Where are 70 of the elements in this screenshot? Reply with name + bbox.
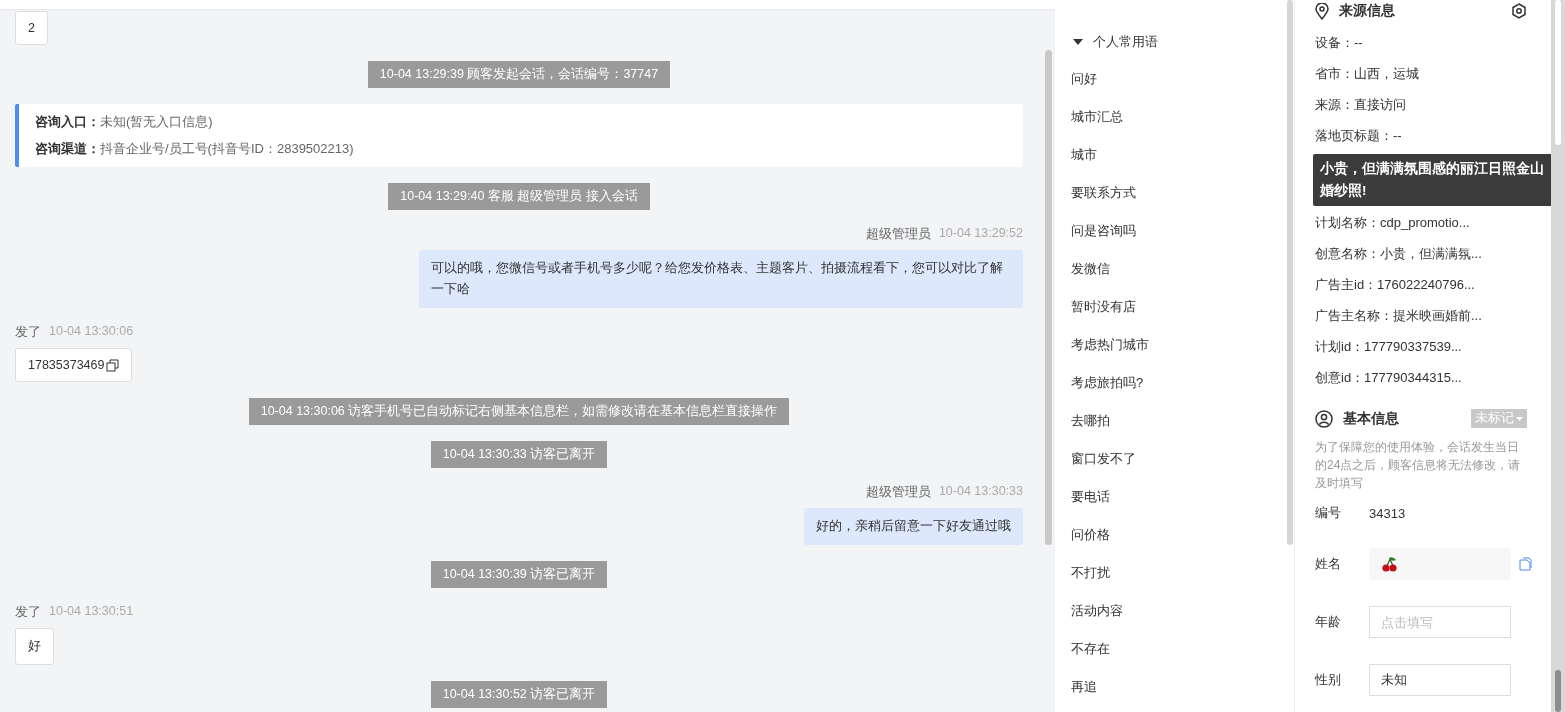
phrase-item[interactable]: 发微信 <box>1071 250 1110 288</box>
section-title: 来源信息 <box>1339 2 1396 20</box>
location-pin-icon <box>1315 2 1329 20</box>
user-icon <box>1315 409 1333 428</box>
system-message: 10-04 13:29:40 客服 超级管理员 接入会话 <box>388 183 650 210</box>
notice-text: 为了保障您的使用体验，会话发生当日的24点之后，顾客信息将无法修改，请及时填写 <box>1315 439 1522 492</box>
settings-icon[interactable] <box>1511 3 1527 19</box>
phrase-item[interactable]: 考虑旅拍吗? <box>1071 364 1144 402</box>
sender-name: 超级管理员 <box>865 484 931 501</box>
message-time: 10-04 13:30:06 <box>49 324 134 340</box>
sender-name: 发了 <box>15 604 41 621</box>
phrase-item[interactable]: 城市 <box>1071 136 1097 174</box>
phrase-item[interactable]: 问好 <box>1071 60 1097 98</box>
field-label: 姓名 <box>1315 555 1342 573</box>
phrase-item[interactable]: 不打扰 <box>1071 554 1110 592</box>
copy-icon[interactable] <box>1519 557 1532 571</box>
copy-icon[interactable] <box>106 358 120 372</box>
agent-message: 可以的哦，您微信号或者手机号多少呢？给您发价格表、主题客片、拍摄流程看下，您可以对比了解一下哈 <box>419 250 1023 308</box>
field-label: 编号 <box>1315 504 1342 522</box>
info-line: 咨询渠道：抖音企业号/员工号(抖音号ID：2839502213) <box>35 140 355 158</box>
source-field: 创意id：177790344315... <box>1315 368 1565 399</box>
message-text: 好 <box>28 638 41 655</box>
cherry-icon <box>1381 555 1398 573</box>
system-message: 10-04 13:30:33 访客已离开 <box>430 441 608 468</box>
message-time: 10-04 13:30:33 <box>938 484 1023 500</box>
message-time: 10-04 13:30:51 <box>49 604 134 620</box>
name-field[interactable] <box>1369 548 1511 580</box>
phrase-item[interactable]: 问是咨询吗 <box>1071 212 1136 250</box>
phrase-item[interactable]: 要电话 <box>1071 478 1110 516</box>
source-field: 设备：-- <box>1315 33 1565 64</box>
message-text: 2 <box>28 21 35 35</box>
system-message: 10-04 13:30:06 访客手机号已自动标记右侧基本信息栏，如需修改请在基本信息栏直接操作 <box>248 398 790 425</box>
field-label: 性别 <box>1315 671 1342 689</box>
source-field: 省市：山西，运城 <box>1315 64 1565 95</box>
scrollbar[interactable] <box>1287 0 1293 545</box>
input-field[interactable]: 未知 <box>1369 664 1511 696</box>
system-message: 10-04 13:30:39 访客已离开 <box>430 561 608 588</box>
source-field: 创意名称：小贵，但满满氛... <box>1315 244 1565 275</box>
source-field: 广告主id：176022240796... <box>1315 275 1565 306</box>
source-field: 来源：直接访问 <box>1315 95 1565 126</box>
group-title[interactable]: 个人常用语 <box>1093 33 1158 51</box>
system-message: 10-04 13:29:39 顾客发起会话，会话编号：37747 <box>367 61 671 88</box>
info-line: 咨询入口：未知(暂无入口信息) <box>35 113 214 131</box>
caret-icon[interactable] <box>1073 39 1083 45</box>
age-field[interactable]: 点击填写 <box>1369 606 1511 638</box>
field-value: 34313 <box>1369 505 1406 521</box>
message-time: 10-04 13:29:52 <box>938 226 1023 242</box>
section-title: 基本信息 <box>1343 409 1400 428</box>
phrase-item[interactable]: 再追 <box>1071 668 1097 706</box>
system-message: 10-04 13:30:52 访客已离开 <box>430 681 608 708</box>
source-field: 广告主名称：提米映画婚前... <box>1315 306 1565 337</box>
agent-message: 好的，亲稍后留意一下好友通过哦 <box>804 508 1023 545</box>
scrollbar[interactable] <box>1045 50 1052 545</box>
phrase-item[interactable]: 城市汇总 <box>1071 98 1123 136</box>
scrollbar[interactable] <box>1551 0 1565 712</box>
phrase-item[interactable]: 窗口发不了 <box>1071 440 1136 478</box>
source-field: 落地页标题：-- <box>1315 126 1565 157</box>
phrase-item[interactable]: 要联系方式 <box>1071 174 1136 212</box>
source-field: 计划id：177790337539... <box>1315 337 1565 368</box>
phrase-item[interactable]: 去哪拍 <box>1071 402 1110 440</box>
message-text: 17835373469 <box>28 358 105 372</box>
sender-name: 超级管理员 <box>865 226 931 243</box>
phrase-item[interactable]: 考虑热门城市 <box>1071 326 1149 364</box>
phrase-item[interactable]: 暂时没有店 <box>1071 288 1136 326</box>
phrase-item[interactable]: 活动内容 <box>1071 592 1123 630</box>
source-field: 计划名称：cdp_promotio... <box>1315 213 1565 244</box>
phrase-item[interactable]: 问价格 <box>1071 516 1110 554</box>
field-label: 年龄 <box>1315 613 1342 631</box>
sender-name: 发了 <box>15 324 41 341</box>
phrase-item[interactable]: 不存在 <box>1071 630 1110 668</box>
